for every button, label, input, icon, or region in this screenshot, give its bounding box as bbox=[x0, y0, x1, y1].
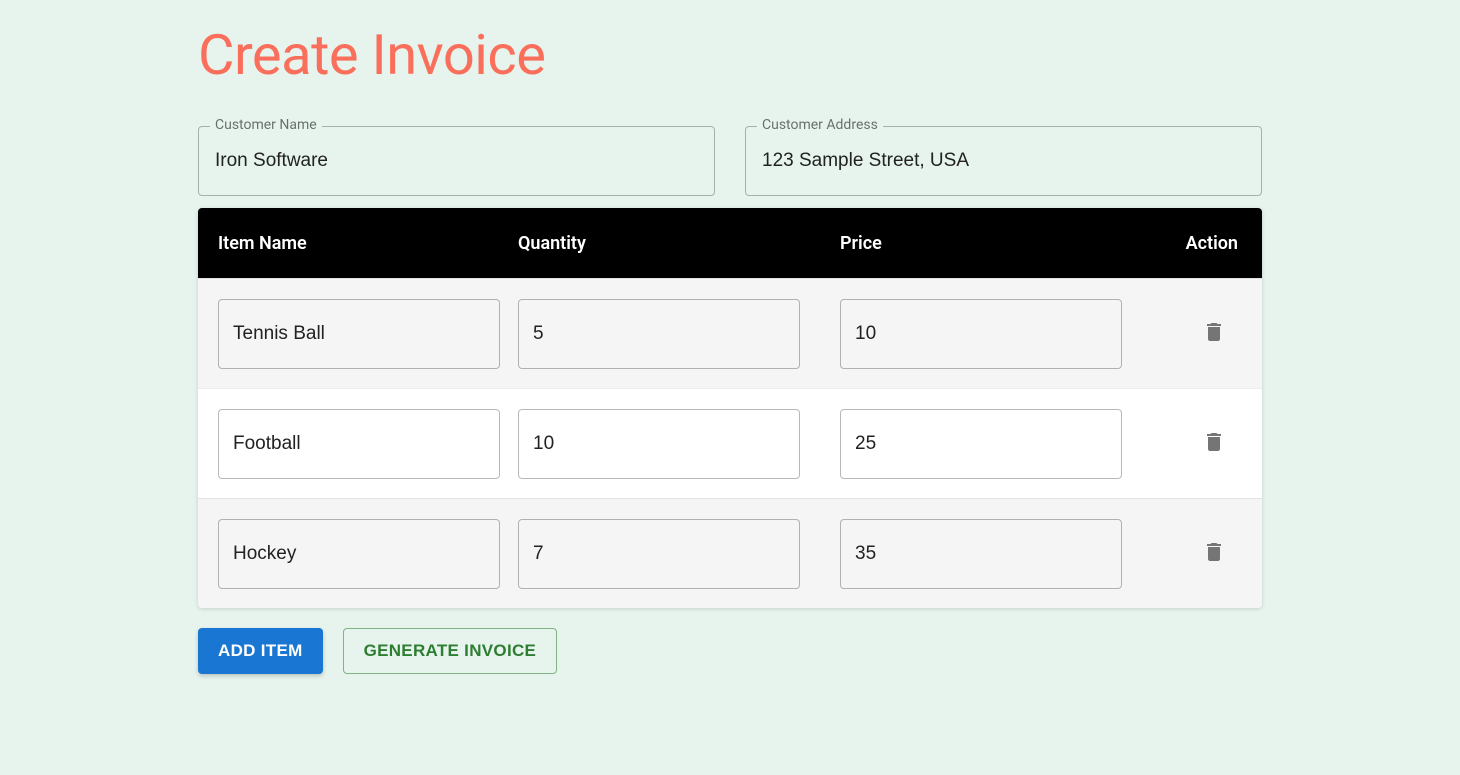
customer-name-input[interactable] bbox=[198, 126, 715, 196]
price-input[interactable] bbox=[840, 519, 1122, 589]
table-header-row: Item Name Quantity Price Action bbox=[198, 208, 1262, 278]
trash-icon bbox=[1202, 540, 1226, 564]
delete-row-button[interactable] bbox=[1196, 314, 1232, 353]
item-name-input[interactable] bbox=[218, 519, 500, 589]
header-quantity: Quantity bbox=[518, 233, 840, 254]
delete-row-button[interactable] bbox=[1196, 424, 1232, 463]
quantity-input[interactable] bbox=[518, 519, 800, 589]
item-name-input[interactable] bbox=[218, 299, 500, 369]
header-action: Action bbox=[1162, 233, 1262, 254]
header-item: Item Name bbox=[198, 233, 518, 254]
item-name-input[interactable] bbox=[218, 409, 500, 479]
price-input[interactable] bbox=[840, 409, 1122, 479]
add-item-button[interactable]: Add Item bbox=[198, 628, 323, 674]
quantity-input[interactable] bbox=[518, 299, 800, 369]
items-table: Item Name Quantity Price Action bbox=[198, 208, 1262, 608]
price-input[interactable] bbox=[840, 299, 1122, 369]
header-price: Price bbox=[840, 233, 1162, 254]
quantity-input[interactable] bbox=[518, 409, 800, 479]
customer-address-label: Customer Address bbox=[757, 117, 883, 133]
customer-address-input[interactable] bbox=[745, 126, 1262, 196]
table-row bbox=[198, 388, 1262, 498]
table-row bbox=[198, 498, 1262, 608]
customer-address-field: Customer Address bbox=[745, 126, 1262, 196]
trash-icon bbox=[1202, 320, 1226, 344]
delete-row-button[interactable] bbox=[1196, 534, 1232, 573]
customer-name-field: Customer Name bbox=[198, 126, 715, 196]
customer-name-label: Customer Name bbox=[210, 117, 322, 133]
page-title: Create Invoice bbox=[198, 22, 1262, 88]
generate-invoice-button[interactable]: Generate Invoice bbox=[343, 628, 558, 674]
trash-icon bbox=[1202, 430, 1226, 454]
table-row bbox=[198, 278, 1262, 388]
